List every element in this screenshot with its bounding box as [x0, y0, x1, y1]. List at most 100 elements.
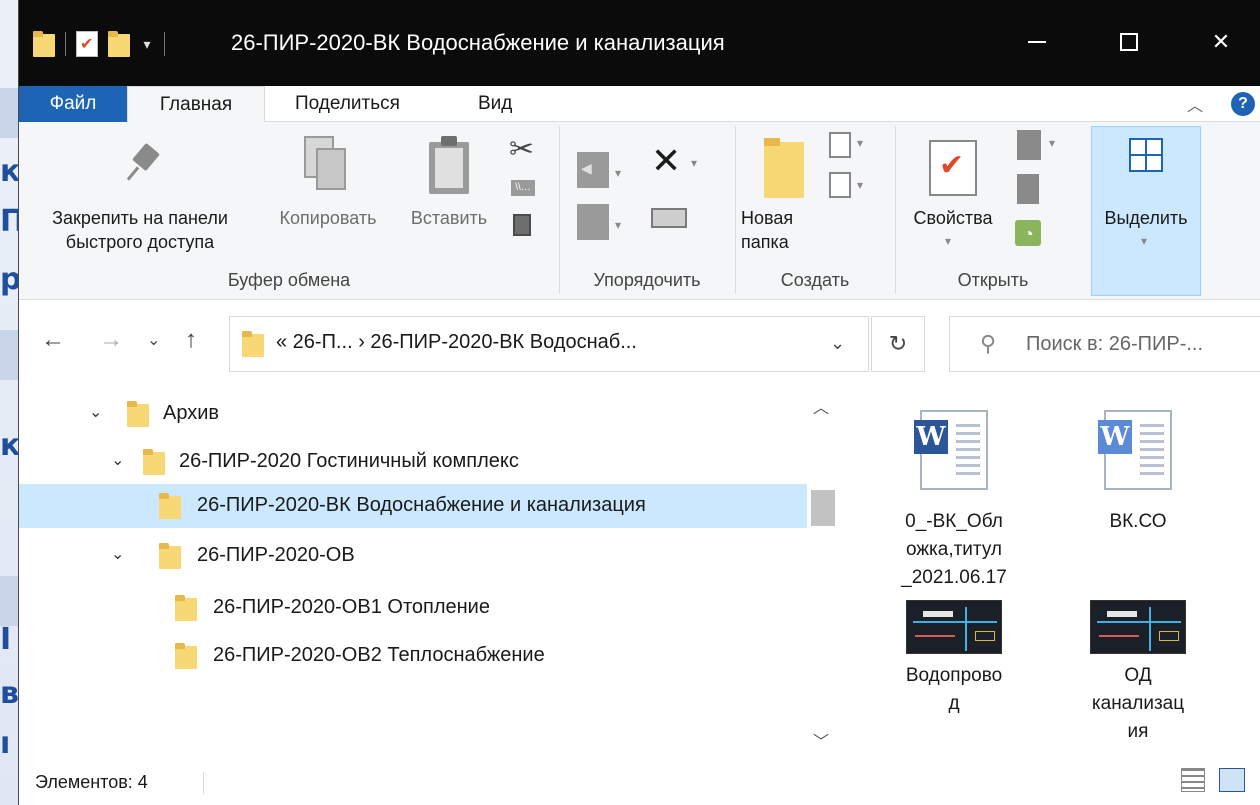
file-name-line: канализац — [1091, 693, 1185, 714]
collapse-ribbon-icon[interactable]: ︿ — [1187, 92, 1203, 116]
pin-quick-access-button[interactable]: Закрепить на панели быстрого доступа — [23, 206, 257, 254]
chevron-down-icon[interactable]: ▾ — [1049, 136, 1055, 150]
copy-path-icon[interactable]: \\… — [511, 180, 535, 196]
open-icon[interactable] — [1017, 130, 1041, 160]
tree-item-selected[interactable]: 26-ПИР-2020-ВК Водоснабжение и канализац… — [19, 484, 807, 528]
status-divider — [203, 772, 204, 794]
tab-file[interactable]: Файл — [19, 86, 127, 122]
cad-drawing-icon — [906, 600, 1002, 654]
qat-dropdown-icon[interactable]: ▾ — [140, 36, 154, 53]
chevron-down-icon[interactable]: ▾ — [945, 234, 951, 248]
chevron-down-icon[interactable]: ⌄ — [111, 450, 124, 470]
tree-item[interactable]: ⌄ Архив — [19, 392, 807, 436]
copy-icon[interactable] — [304, 136, 348, 194]
delete-icon[interactable]: ✕ — [651, 140, 681, 182]
forward-arrow-icon: → — [99, 326, 123, 353]
tree-item[interactable]: ⌄ 26-ПИР-2020 Гостиничный комплекс — [19, 440, 807, 484]
chevron-down-icon: ⌄ — [147, 332, 161, 349]
copy-to-icon[interactable] — [577, 204, 609, 240]
details-view-icon[interactable] — [1181, 768, 1205, 792]
group-divider — [735, 126, 736, 294]
folder-icon — [127, 401, 149, 427]
history-icon[interactable] — [1015, 220, 1041, 246]
back-arrow-icon: ← — [41, 326, 65, 353]
paste-button[interactable]: Вставить — [397, 206, 501, 230]
chevron-down-icon[interactable]: ▾ — [857, 136, 863, 150]
forward-button[interactable]: → — [99, 326, 123, 354]
rename-icon[interactable] — [651, 208, 687, 228]
chevron-down-icon[interactable]: ▾ — [691, 156, 697, 170]
new-item-icon[interactable] — [829, 132, 851, 158]
navigation-bar: ← → ⌄ ↑ « 26-П... › 26-ПИР-2020-ВК Водос… — [19, 300, 1260, 388]
refresh-icon: ↻ — [888, 331, 908, 356]
new-folder-button[interactable]: Новая папка — [741, 206, 793, 254]
move-to-icon[interactable] — [577, 152, 609, 188]
tree-item-label: Архив — [163, 402, 220, 424]
chevron-down-icon[interactable]: ▾ — [615, 166, 621, 180]
tree-item[interactable]: ⌄ 26-ПИР-2020-ОВ — [19, 534, 807, 578]
window-title: 26-ПИР-2020-ВК Водоснабжение и канализац… — [231, 30, 725, 55]
address-bar[interactable]: « 26-П... › 26-ПИР-2020-ВК Водоснаб... ⌄ — [229, 316, 869, 372]
file-item[interactable]: W ВК.СО — [1053, 410, 1223, 536]
search-input[interactable] — [1026, 331, 1256, 357]
back-button[interactable]: ← — [41, 326, 65, 354]
chevron-down-icon[interactable]: ⌄ — [111, 544, 124, 564]
help-icon[interactable]: ? — [1231, 92, 1255, 116]
file-name: 0_-ВК_Обл ожка,титул _2021.06.17 — [869, 508, 1039, 592]
paste-icon[interactable] — [429, 136, 469, 194]
chevron-down-icon[interactable]: ▾ — [857, 178, 863, 192]
chevron-down-icon[interactable]: ▾ — [615, 218, 621, 232]
cut-icon[interactable]: ✂ — [509, 132, 534, 167]
chevron-down-icon[interactable]: ▾ — [1141, 234, 1147, 248]
tree-item-label: 26-ПИР-2020-ВК Водоснабжение и канализац… — [197, 494, 646, 516]
chevron-down-icon[interactable]: ⌄ — [89, 402, 102, 422]
breadcrumb[interactable]: « 26-П... › 26-ПИР-2020-ВК Водоснаб... — [276, 331, 637, 354]
up-arrow-icon: ↑ — [185, 326, 197, 353]
edit-icon[interactable] — [1017, 174, 1039, 204]
large-icons-view-icon[interactable] — [1219, 768, 1245, 792]
properties-icon[interactable] — [76, 31, 98, 57]
tab-home[interactable]: Главная — [127, 86, 265, 123]
clipboard-group-label: Буфер обмена — [227, 270, 351, 290]
paste-shortcut-icon[interactable] — [513, 214, 531, 236]
file-explorer-window: ▾ 26-ПИР-2020-ВК Водоснабжение и канализ… — [18, 0, 1260, 805]
folder-icon — [242, 331, 264, 357]
file-item[interactable]: W 0_-ВК_Обл ожка,титул _2021.06.17 — [869, 410, 1039, 592]
refresh-button[interactable]: ↻ — [871, 316, 925, 372]
pin-label-line1: Закрепить на панели — [52, 208, 228, 228]
new-folder-icon[interactable] — [108, 31, 130, 57]
up-button[interactable]: ↑ — [185, 326, 197, 354]
file-item[interactable]: ОД канализац ия — [1053, 600, 1223, 746]
file-item[interactable]: Водопрово д — [869, 600, 1039, 718]
file-name-line: _2021.06.17 — [901, 567, 1007, 588]
background-glyph: I — [0, 622, 12, 657]
scroll-down-icon[interactable]: ﹀ — [813, 728, 829, 752]
maximize-icon — [1120, 33, 1138, 51]
properties-icon[interactable] — [929, 140, 977, 196]
chevron-down-icon[interactable]: ⌄ — [830, 333, 845, 354]
select-icon[interactable] — [1129, 138, 1163, 172]
close-button[interactable]: ✕ — [1191, 14, 1251, 70]
easy-access-icon[interactable] — [829, 172, 851, 198]
scrollbar-thumb[interactable] — [811, 490, 835, 526]
ribbon-tabs: Файл Главная Поделиться Вид — [19, 86, 1260, 123]
qat-separator — [65, 32, 66, 56]
copy-button[interactable]: Копировать — [263, 206, 393, 230]
pin-icon[interactable] — [119, 142, 167, 190]
folder-icon — [175, 595, 197, 621]
scroll-up-icon[interactable]: ︿ — [813, 394, 829, 418]
tab-view[interactable]: Вид — [464, 86, 526, 122]
tree-scrollbar[interactable]: ︿ ﹀ — [807, 388, 839, 758]
minimize-button[interactable] — [1007, 14, 1067, 70]
tree-item[interactable]: 26-ПИР-2020-ОВ1 Отопление — [19, 586, 807, 630]
maximize-button[interactable] — [1099, 14, 1159, 70]
title-bar[interactable]: ▾ 26-ПИР-2020-ВК Водоснабжение и канализ… — [19, 0, 1260, 86]
tab-share[interactable]: Поделиться — [281, 86, 414, 122]
properties-button[interactable]: Свойства — [903, 206, 1003, 230]
search-box[interactable]: ⚲ — [949, 316, 1260, 372]
pin-label-line2: быстрого доступа — [65, 232, 215, 252]
tree-item[interactable]: 26-ПИР-2020-ОВ2 Теплоснабжение — [19, 634, 807, 678]
status-bar: Элементов: 4 — [19, 758, 1260, 805]
recent-locations-button[interactable]: ⌄ — [147, 330, 160, 350]
new-folder-icon[interactable] — [764, 138, 804, 198]
